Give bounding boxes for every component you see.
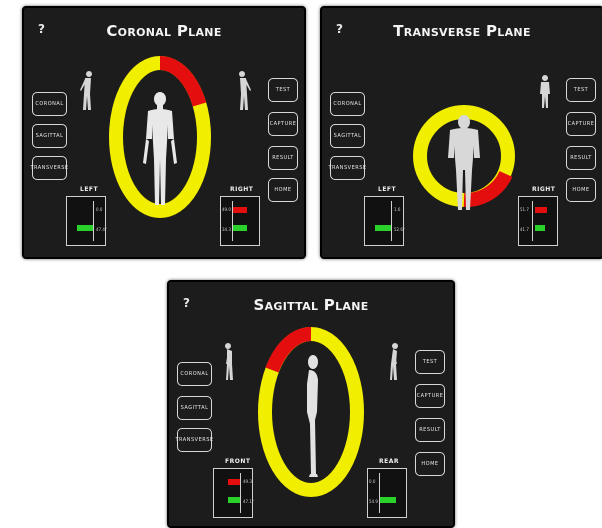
transverse-rotation-icon bbox=[540, 75, 550, 108]
capture-button[interactable]: Capture bbox=[415, 384, 445, 408]
good-bar bbox=[535, 225, 545, 231]
transverse-plane-panel: ? Transverse Plane Coronal Sagittal Tran… bbox=[320, 6, 602, 259]
body-figure bbox=[143, 92, 177, 205]
transverse-button[interactable]: Transverse bbox=[328, 156, 366, 180]
right-readout: 51.7 41.7 bbox=[518, 196, 558, 246]
body-figure bbox=[307, 355, 318, 477]
left-readout: 1.6 52.6° bbox=[364, 196, 405, 246]
right-label: Right bbox=[532, 186, 556, 193]
result-button[interactable]: Result bbox=[566, 146, 596, 170]
sagittal-plane-panel: ? Sagittal Plane Coronal Sagittal Transv… bbox=[167, 280, 455, 528]
good-bar bbox=[228, 497, 240, 503]
highlight-bar bbox=[228, 479, 240, 485]
panel-title: Transverse Plane bbox=[393, 22, 531, 40]
front-readout: 49.3 47.1° bbox=[213, 468, 254, 518]
highlight-bar bbox=[535, 207, 547, 213]
rear-label: Rear bbox=[379, 458, 399, 465]
rear-readout: 0.0 54.9 bbox=[367, 468, 407, 518]
home-button[interactable]: Home bbox=[268, 178, 298, 202]
coronal-button[interactable]: Coronal bbox=[330, 92, 365, 116]
home-button[interactable]: Home bbox=[566, 178, 596, 202]
coronal-tilt-right-icon bbox=[239, 71, 251, 110]
coronal-plane-panel: ? Coronal Plane Coronal Sagittal Transve… bbox=[22, 6, 306, 259]
right-label: Right bbox=[230, 186, 254, 193]
home-button[interactable]: Home bbox=[415, 452, 445, 476]
sagittal-button[interactable]: Sagittal bbox=[177, 396, 212, 420]
sagittal-lean-forward-icon bbox=[225, 343, 233, 380]
good-bar bbox=[233, 225, 247, 231]
left-readout: 0.0 47.4° bbox=[66, 196, 107, 246]
coronal-button[interactable]: Coronal bbox=[177, 362, 212, 386]
coronal-tilt-left-icon bbox=[80, 71, 92, 110]
transverse-button[interactable]: Transverse bbox=[175, 428, 213, 452]
transverse-button[interactable]: Transverse bbox=[30, 156, 68, 180]
test-button[interactable]: Test bbox=[415, 350, 445, 374]
front-label: Front bbox=[225, 458, 251, 465]
test-button[interactable]: Test bbox=[268, 78, 298, 102]
result-button[interactable]: Result bbox=[268, 146, 298, 170]
good-bar bbox=[77, 225, 93, 231]
result-button[interactable]: Result bbox=[415, 418, 445, 442]
left-label: Left bbox=[80, 186, 99, 193]
left-label: Left bbox=[378, 186, 397, 193]
capture-button[interactable]: Capture bbox=[566, 112, 596, 136]
good-bar bbox=[375, 225, 391, 231]
panel-title: Coronal Plane bbox=[106, 22, 222, 40]
sagittal-angle-ring bbox=[258, 326, 364, 497]
sagittal-button[interactable]: Sagittal bbox=[330, 124, 365, 148]
highlight-bar bbox=[233, 207, 247, 213]
sagittal-lean-back-icon bbox=[390, 343, 398, 380]
good-bar bbox=[380, 497, 396, 503]
capture-button[interactable]: Capture bbox=[268, 112, 298, 136]
right-readout: 49.0 34.3 bbox=[220, 196, 260, 246]
coronal-angle-ring bbox=[109, 56, 211, 218]
test-button[interactable]: Test bbox=[566, 78, 596, 102]
sagittal-button[interactable]: Sagittal bbox=[32, 124, 67, 148]
transverse-angle-ring bbox=[413, 105, 515, 210]
panel-title: Sagittal Plane bbox=[253, 296, 369, 314]
coronal-button[interactable]: Coronal bbox=[32, 92, 67, 116]
